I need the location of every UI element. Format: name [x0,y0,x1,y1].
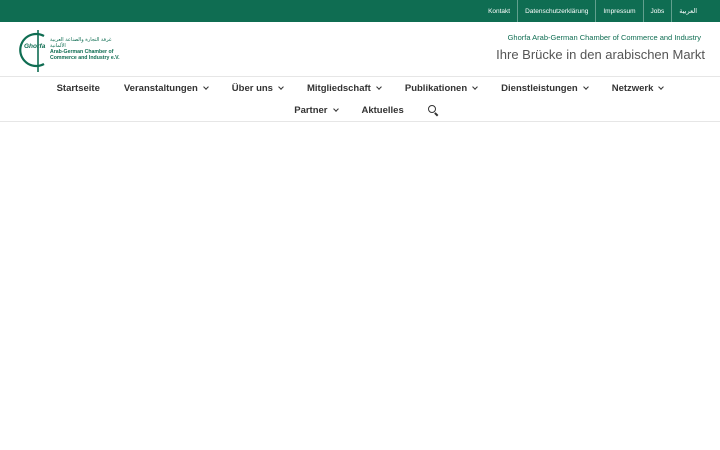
nav-item-startseite[interactable]: Startseite [45,83,112,94]
chevron-down-icon [658,83,665,90]
site-logo[interactable]: Ghorfa غرفة التجارة والصناعة العربية الأ… [18,27,120,73]
nav-item-aktuelles[interactable]: Aktuelles [350,105,416,116]
nav-item-netzwerk[interactable]: Netzwerk [600,83,676,94]
topbar-link-kontakt[interactable]: Kontakt [481,0,517,22]
header-tagline: Ihre Brücke in den arabischen Markt [496,47,705,62]
logo-text: غرفة التجارة والصناعة العربية الألمانية … [50,38,120,61]
nav-label: Dienstleistungen [501,82,578,94]
chevron-down-icon [278,83,284,90]
nav-item-partner[interactable]: Partner [282,105,349,116]
nav-label: Aktuelles [361,104,404,116]
topbar-link-arabic[interactable]: العربية [671,0,704,22]
logo-mark: Ghorfa [18,28,50,72]
topbar-link-jobs[interactable]: Jobs [642,0,672,22]
chevron-down-icon [202,83,209,90]
logo-english-line2: Commerce and Industry e.V. [50,54,120,61]
nav-row-1: Startseite Veranstaltungen Über uns Mitg… [0,77,720,99]
header-org-name: Ghorfa Arab-German Chamber of Commerce a… [507,33,701,42]
top-bar: Kontakt Datenschutzerklärung Impressum J… [0,0,720,22]
main-navigation: Startseite Veranstaltungen Über uns Mitg… [0,77,720,122]
chevron-down-icon [332,105,339,112]
nav-row-2: Partner Aktuelles [0,99,720,121]
site-header: Ghorfa غرفة التجارة والصناعة العربية الأ… [0,22,720,77]
nav-label: Partner [294,104,328,116]
nav-label: Netzwerk [611,82,654,94]
topbar-link-impressum[interactable]: Impressum [595,0,642,22]
chevron-down-icon [582,83,589,90]
nav-item-mitgliedschaft[interactable]: Mitgliedschaft [295,83,393,94]
chevron-down-icon [376,83,382,90]
logo-g-icon [19,30,45,72]
nav-item-dienstleistungen[interactable]: Dienstleistungen [489,83,600,94]
nav-label: Publikationen [404,82,468,94]
nav-item-ueber-uns[interactable]: Über uns [220,83,295,94]
chevron-down-icon [472,83,478,90]
nav-label: Startseite [56,82,100,94]
nav-label: Veranstaltungen [123,82,198,94]
search-icon[interactable] [427,105,438,115]
nav-label: Über uns [231,82,273,94]
logo-word: Ghorfa [24,43,46,50]
nav-item-veranstaltungen[interactable]: Veranstaltungen [112,83,220,94]
nav-item-publikationen[interactable]: Publikationen [393,83,489,94]
nav-label: Mitgliedschaft [306,82,371,94]
topbar-link-datenschutz[interactable]: Datenschutzerklärung [517,0,595,22]
